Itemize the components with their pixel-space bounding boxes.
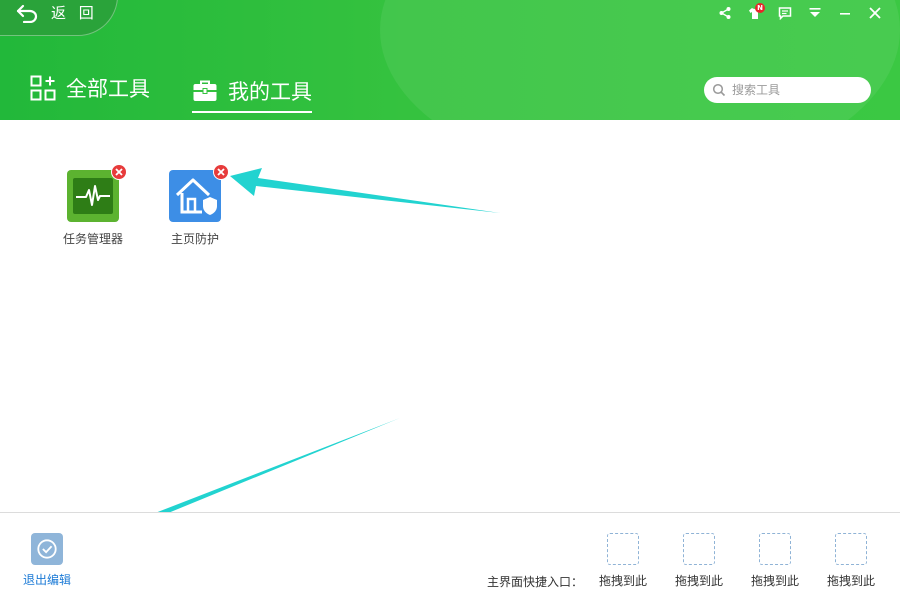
tool-name: 任务管理器 bbox=[62, 232, 123, 246]
shortcut-slot-label: 拖拽到此 bbox=[674, 574, 723, 588]
search-icon bbox=[712, 83, 726, 97]
delete-home-protect-button[interactable] bbox=[213, 164, 229, 180]
shortcut-slot-label: 拖拽到此 bbox=[598, 574, 647, 588]
tab-my-tools[interactable]: 我的工具 bbox=[192, 75, 312, 113]
home-protect-tile[interactable] bbox=[169, 164, 229, 222]
back-arrow-icon bbox=[16, 4, 38, 23]
tab-all-tools-label: 全部工具 bbox=[66, 77, 150, 101]
toolbox-icon bbox=[193, 80, 217, 101]
shortcut-slot[interactable]: 拖拽到此 bbox=[823, 533, 879, 589]
exit-edit-button[interactable]: 退出编辑 bbox=[18, 533, 76, 588]
tool-item-home-protect[interactable]: 主页防护 bbox=[150, 164, 240, 247]
home-protect-icon bbox=[175, 178, 217, 215]
drop-target-box[interactable] bbox=[759, 533, 791, 565]
share-icon bbox=[719, 7, 731, 19]
task-manager-tile[interactable] bbox=[67, 164, 127, 222]
back-button[interactable]: 返 回 bbox=[0, 0, 118, 36]
shortcut-slot-label: 拖拽到此 bbox=[826, 574, 875, 588]
share-button[interactable] bbox=[710, 4, 740, 22]
search-box[interactable] bbox=[704, 77, 871, 103]
minimize-icon bbox=[840, 13, 850, 15]
skin-button[interactable]: N bbox=[740, 3, 770, 22]
window-controls: N bbox=[710, 3, 890, 22]
exit-edit-label: 退出编辑 bbox=[22, 573, 71, 587]
tab-all-tools[interactable]: 全部工具 bbox=[30, 72, 150, 104]
tab-my-tools-label: 我的工具 bbox=[228, 80, 312, 104]
shortcut-slot-label: 拖拽到此 bbox=[750, 574, 799, 588]
close-icon bbox=[869, 7, 881, 19]
annotation-arrow-top bbox=[230, 168, 500, 213]
tool-tabs: 全部工具 我的工具 bbox=[30, 72, 312, 113]
shortcut-slot[interactable]: 拖拽到此 bbox=[747, 533, 803, 589]
notification-badge: N bbox=[755, 3, 765, 13]
shortcut-entry-label: 主界面快捷入口： bbox=[487, 575, 584, 589]
close-button[interactable] bbox=[860, 4, 890, 22]
shortcut-slot[interactable]: 拖拽到此 bbox=[671, 533, 727, 589]
back-label: 返 回 bbox=[51, 4, 98, 22]
tool-item-task-manager[interactable]: 任务管理器 bbox=[48, 164, 138, 247]
grid-icon bbox=[30, 75, 56, 101]
shortcut-slot[interactable]: 拖拽到此 bbox=[595, 533, 651, 589]
drop-target-box[interactable] bbox=[607, 533, 639, 565]
menu-button[interactable] bbox=[800, 4, 830, 22]
close-icon bbox=[217, 168, 225, 176]
menu-dropdown-icon bbox=[809, 8, 821, 17]
drop-target-box[interactable] bbox=[683, 533, 715, 565]
exit-edit-tile[interactable] bbox=[31, 533, 63, 565]
tool-name: 主页防护 bbox=[170, 232, 219, 246]
minimize-button[interactable] bbox=[830, 4, 860, 22]
drop-target-box[interactable] bbox=[835, 533, 867, 565]
check-circle-icon bbox=[37, 539, 57, 559]
task-manager-icon bbox=[73, 178, 113, 214]
bottom-bar: 退出编辑 主界面快捷入口： 拖拽到此 拖拽到此 拖拽到此 拖拽到此 bbox=[0, 512, 900, 600]
header-bar: 返 回 N 全部工具 我的工具 搜索工具 bbox=[0, 0, 900, 120]
delete-task-manager-button[interactable] bbox=[111, 164, 127, 180]
message-icon bbox=[778, 7, 792, 20]
message-button[interactable] bbox=[770, 4, 800, 22]
close-icon bbox=[115, 168, 123, 176]
search-input[interactable] bbox=[732, 83, 852, 97]
